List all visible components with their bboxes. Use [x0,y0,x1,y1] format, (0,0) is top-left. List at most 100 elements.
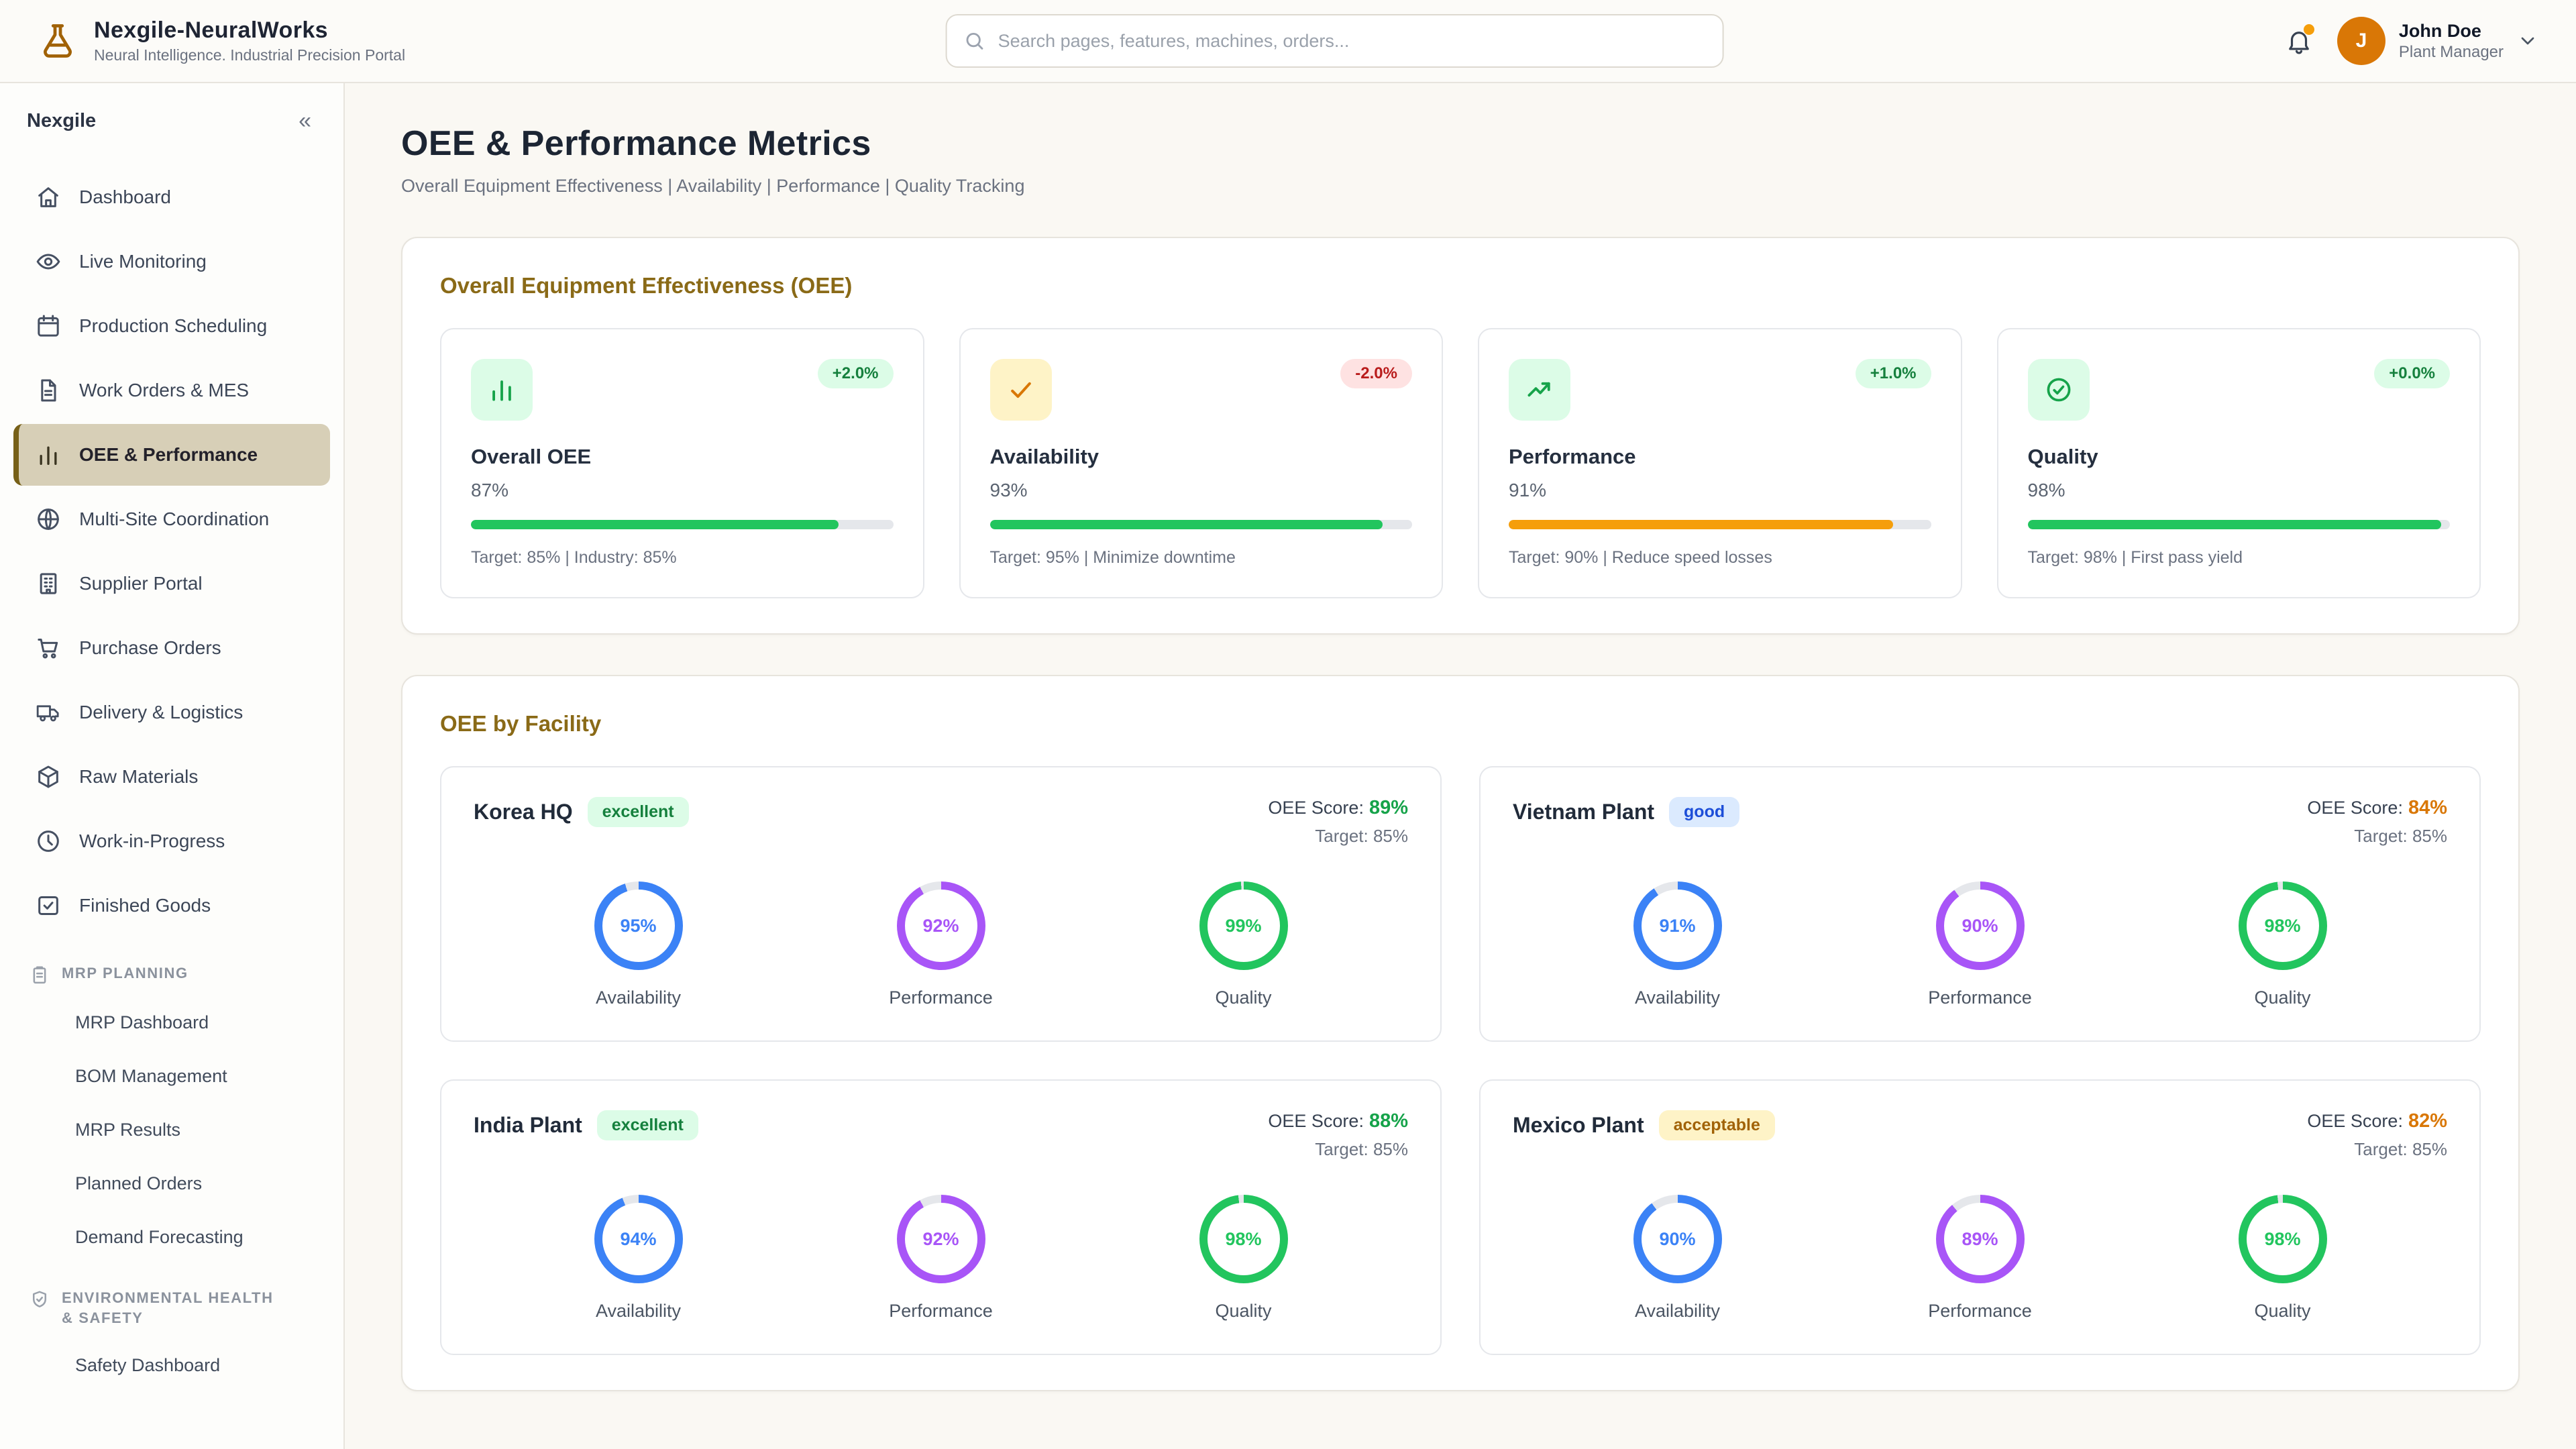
sidebar-item-label: Work-in-Progress [79,830,225,851]
donut-quality: 98% Quality [2202,1195,2363,1322]
donut-performance: 92% Performance [861,881,1022,1008]
global-search[interactable] [945,14,1724,68]
facility-target: Target: 85% [2354,826,2447,846]
donut-ring: 91% [1633,881,1722,970]
progress-fill [471,520,839,529]
flask-logo-icon [38,21,78,61]
sidebar-item-live-monitoring[interactable]: Live Monitoring [13,231,330,292]
brand: Nexgile-NeuralWorks Neural Intelligence.… [38,17,405,64]
avatar: J [2337,17,2385,65]
oee-score-value: 84% [2408,797,2447,818]
oee-score-label: OEE Score: [1268,1111,1364,1131]
sidebar-item-supplier-portal[interactable]: Supplier Portal [13,553,330,614]
sidebar-item-raw-materials[interactable]: Raw Materials [13,746,330,808]
header-actions: J John Doe Plant Manager [2285,17,2538,65]
facility-card-mexico-plant: Mexico Plant acceptable OEE Score: 82% Ta… [1479,1079,2481,1355]
metric-target: Target: 98% | First pass yield [2027,548,2243,567]
notifications-button[interactable] [2285,24,2314,55]
sidebar-item-safety-dashboard[interactable]: Safety Dashboard [0,1338,343,1392]
sidebar-item-delivery-logistics[interactable]: Delivery & Logistics [13,682,330,743]
oee-section: Overall Equipment Effectiveness (OEE) +2… [401,237,2520,635]
progress-track [989,520,1412,529]
sidebar-item-planned-orders[interactable]: Planned Orders [0,1157,343,1210]
delta-badge: +2.0% [817,359,894,388]
bar-chart-icon [40,446,57,465]
metric-target: Target: 90% | Reduce speed losses [1509,548,1772,567]
donut-label: Availability [595,987,682,1008]
sidebar-item-label: Work Orders & MES [79,380,250,400]
truck-icon [36,705,59,722]
status-badge: excellent [596,1110,698,1140]
building-icon [40,573,57,594]
donut-ring: 99% [1199,881,1288,970]
delta-badge: +1.0% [1855,359,1931,388]
app-subtitle: Neural Intelligence. Industrial Precisio… [94,46,406,64]
sidebar-item-production-scheduling[interactable]: Production Scheduling [13,295,330,357]
donut-availability: 90% Availability [1597,1195,1758,1322]
donut-availability: 94% Availability [558,1195,719,1322]
sidebar-item-multi-site[interactable]: Multi-Site Coordination [13,488,330,550]
sidebar-item-label: Live Monitoring [79,251,207,272]
sidebar-item-mrp-results[interactable]: MRP Results [0,1103,343,1157]
sidebar-item-bom-management[interactable]: BOM Management [0,1049,343,1103]
status-badge: acceptable [1658,1110,1775,1140]
clipboard-icon [33,966,46,984]
sidebar-item-demand-forecasting[interactable]: Demand Forecasting [0,1210,343,1264]
sidebar-item-label: MRP Results [75,1119,181,1140]
donut-performance: 89% Performance [1900,1195,2061,1322]
facility-name: India Plant [474,1113,582,1137]
sidebar-item-work-in-progress[interactable]: Work-in-Progress [13,810,330,872]
sidebar-item-label: MRP Dashboard [75,1012,209,1032]
progress-track [471,520,894,529]
sidebar-item-dashboard[interactable]: Dashboard [13,166,330,228]
donut-ring: 98% [2238,1195,2327,1283]
sidebar-item-label: Safety Dashboard [75,1354,221,1375]
facility-section-title: OEE by Facility [440,711,602,736]
donut-label: Quality [1215,1301,1272,1321]
cart-icon [38,639,58,659]
progress-track [1509,520,1931,529]
sidebar-item-label: OEE & Performance [79,444,258,465]
sidebar-item-finished-goods[interactable]: Finished Goods [13,875,330,936]
donut-ring: 90% [1633,1195,1722,1283]
metric-card-performance: +1.0% Performance 91% Target: 90% | Redu… [1478,328,1962,598]
metric-card-overall-oee: +2.0% Overall OEE 87% Target: 85% | Indu… [440,328,924,598]
sidebar-item-oee-performance[interactable]: OEE & Performance [13,424,330,486]
sidebar-title: Nexgile [27,109,97,131]
progress-fill [1509,520,1893,529]
metric-label: Performance [1509,445,1636,468]
donut-performance: 92% Performance [861,1195,1022,1322]
sidebar-item-label: Multi-Site Coordination [79,508,270,529]
search-input[interactable] [998,30,1707,52]
donut-label: Availability [595,1301,682,1321]
sidebar-collapse-button[interactable]: « [290,104,319,138]
sidebar-section-ehs: ENVIRONMENTAL HEALTH & SAFETY [0,1264,309,1338]
brand-text: Nexgile-NeuralWorks Neural Intelligence.… [94,17,405,64]
donut-label: Performance [889,987,993,1008]
sidebar-item-mrp-dashboard[interactable]: MRP Dashboard [0,996,343,1049]
donut-label: Quality [1215,987,1272,1008]
page-title: OEE & Performance Metrics [401,124,871,163]
facility-target: Target: 85% [1315,1139,1408,1159]
section-label: MRP PLANNING [62,965,189,981]
home-icon [38,187,58,207]
oee-score-value: 88% [1368,1110,1408,1132]
facility-target: Target: 85% [2354,1139,2447,1159]
metric-value: 93% [989,480,1028,500]
donut-quality: 98% Quality [2202,881,2363,1008]
globe-icon [38,508,59,530]
metric-label: Overall OEE [471,445,592,468]
metric-value: 98% [2027,480,2065,500]
main-content: OEE & Performance Metrics Overall Equipm… [345,83,2576,1449]
status-badge: good [1669,797,1740,827]
metrics-grid: +2.0% Overall OEE 87% Target: 85% | Indu… [440,328,2481,598]
sidebar-item-purchase-orders[interactable]: Purchase Orders [13,617,330,679]
sidebar-item-label: Demand Forecasting [75,1226,244,1247]
user-role: Plant Manager [2398,42,2504,61]
user-menu[interactable]: J John Doe Plant Manager [2337,17,2538,65]
document-icon [41,379,56,402]
donut-label: Performance [1928,987,2032,1008]
sidebar-item-work-orders[interactable]: Work Orders & MES [13,360,330,421]
eye-icon [36,254,60,270]
donut-ring: 92% [896,881,985,970]
